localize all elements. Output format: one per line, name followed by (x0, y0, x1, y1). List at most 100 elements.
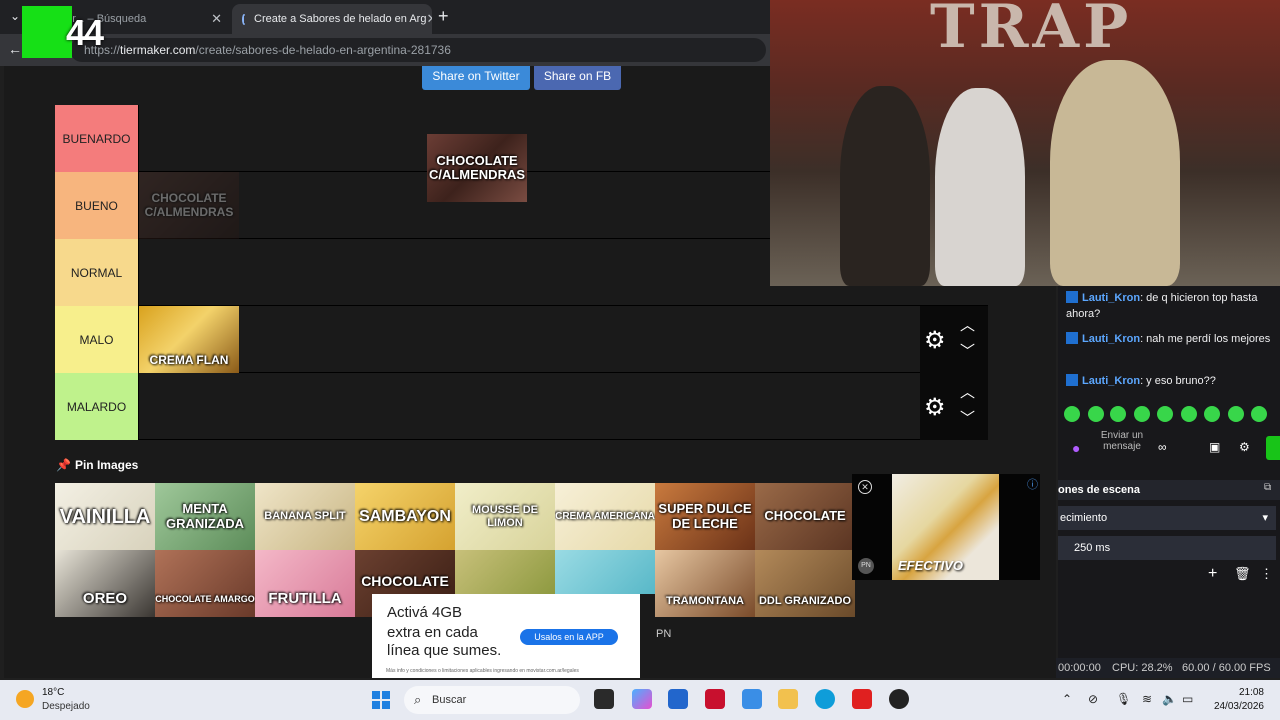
wifi-icon[interactable]: ≋ (1142, 692, 1152, 706)
pool-item[interactable]: VAINILLA (55, 483, 155, 550)
weather-icon[interactable] (16, 690, 34, 708)
new-tab-button[interactable]: + (438, 6, 449, 27)
chevron-up-icon[interactable]: ︿ (960, 314, 975, 335)
store-icon[interactable] (668, 689, 688, 709)
url-input[interactable]: https://tiermaker.com/create/sabores-de-… (70, 38, 766, 62)
tier-label[interactable]: BUENO (55, 172, 139, 239)
emote-icon[interactable] (1228, 406, 1244, 422)
ad-cta-button[interactable]: Usalos en la APP (520, 629, 618, 645)
weather-desc[interactable]: Despejado (42, 701, 90, 712)
chevron-up-icon[interactable]: ︿ (960, 381, 975, 402)
chat-user[interactable]: Lauti_Kron (1082, 333, 1140, 345)
folder-icon[interactable] (778, 689, 798, 709)
network-off-icon[interactable]: ⊘ (1088, 692, 1098, 706)
close-icon[interactable]: ✕ (426, 11, 432, 27)
trash-icon[interactable]: 🗑 (1234, 566, 1251, 582)
windows-start-icon[interactable] (372, 691, 390, 709)
gear-icon[interactable]: ⚙ (924, 326, 946, 355)
chevron-down-icon[interactable]: ﹀ (960, 340, 975, 361)
pool-item[interactable]: SAMBAYON (355, 483, 455, 550)
url-host: tiermaker.com (120, 43, 196, 57)
emote-icon[interactable] (1088, 406, 1104, 422)
pool-item[interactable]: CREMA AMERICANA (555, 483, 655, 550)
emote-icon[interactable] (1134, 406, 1150, 422)
copilot-icon[interactable] (632, 689, 652, 709)
pool-item[interactable]: FRUTILLA (255, 550, 355, 617)
chevron-up-icon[interactable]: ⌃ (1062, 692, 1072, 706)
duration-spinbox[interactable]: 250 ms (1058, 536, 1276, 560)
emote-icon[interactable] (1181, 406, 1197, 422)
app-l-icon[interactable] (852, 689, 872, 709)
mic-icon[interactable]: 🎙 (1116, 692, 1131, 706)
gear-icon[interactable]: ⚙ (924, 393, 946, 422)
pool-item[interactable]: CHOCOLATE AMARGO (155, 550, 255, 617)
add-icon[interactable]: + (1208, 565, 1217, 583)
pool-item[interactable]: MOUSSE DE LIMON (455, 483, 555, 550)
tier-controls: ⚙ ︿ ﹀ (920, 373, 988, 440)
transition-select[interactable]: ecimiento ▾ (1058, 506, 1276, 530)
mail-icon[interactable] (742, 689, 762, 709)
search-placeholder: Buscar (432, 694, 467, 706)
info-icon[interactable]: ⓘ (1027, 476, 1038, 492)
rec-time: 00:00:00 (1058, 662, 1101, 674)
tier-row-malardo: MALARDO ⚙ ︿ ﹀ (55, 373, 988, 440)
chat-user[interactable]: Lauti_Kron (1082, 292, 1140, 304)
pool-item[interactable]: TRAMONTANA (655, 550, 755, 617)
chat-message: Lauti_Kron: y eso bruno?? (1066, 373, 1276, 389)
pool-item[interactable]: OREO (55, 550, 155, 617)
address-bar: ← https://tiermaker.com/create/sabores-d… (0, 34, 770, 66)
task-view-icon[interactable] (594, 689, 614, 709)
chevron-down-icon[interactable]: ﹀ (960, 407, 975, 428)
weather-temp[interactable]: 18°C (42, 687, 64, 698)
emote-icon[interactable] (1157, 406, 1173, 422)
close-icon[interactable]: ✕ (211, 11, 222, 27)
pool-item[interactable]: SUPER DULCE DE LECHE (655, 483, 755, 550)
tier-label[interactable]: MALARDO (55, 373, 139, 440)
share-facebook-button[interactable]: Share on FB (534, 66, 621, 90)
edge-icon[interactable] (815, 689, 835, 709)
tab-tiermaker[interactable]: Create a Sabores de helado en Arg ✕ (232, 4, 432, 34)
pool-item[interactable]: DDL GRANIZADO (755, 550, 855, 617)
loading-icon (242, 13, 246, 25)
volume-icon[interactable]: 🔈 (1162, 692, 1177, 706)
video-ad[interactable]: ✕ PN EFECTIVO ⓘ (852, 474, 1040, 580)
battery-icon[interactable]: ▭ (1182, 692, 1193, 706)
pool-item-pistachio[interactable] (455, 550, 555, 594)
emote-icon[interactable] (1110, 406, 1126, 422)
mic-icon[interactable]: ● (1072, 440, 1080, 456)
pool-item-blue[interactable] (555, 550, 655, 594)
back-arrow-icon[interactable]: ← (8, 41, 22, 57)
clock-time[interactable]: 21:08 (1212, 687, 1264, 698)
pool-item[interactable]: CHOCOLATE (755, 483, 855, 550)
tier-label[interactable]: BUENARDO (55, 105, 139, 172)
gear-icon[interactable]: ⚙ (1239, 440, 1250, 454)
tab-list-icon[interactable]: ⌄ (10, 9, 20, 23)
mcafee-icon[interactable] (705, 689, 725, 709)
pool-item[interactable]: BANANA SPLIT (255, 483, 355, 550)
ad-banner[interactable]: Activá 4GB extra en cada línea que sumes… (372, 594, 640, 678)
tier-label[interactable]: NORMAL (55, 239, 139, 306)
cpu-usage: CPU: 28.2% (1112, 662, 1173, 674)
tier-item[interactable]: CREMA FLAN (139, 306, 239, 373)
dragged-tier-item[interactable]: CHOCOLATE C/ALMENDRAS (427, 134, 527, 202)
taskbar-search[interactable]: ⌕ Buscar (404, 686, 580, 714)
obs-icon[interactable] (889, 689, 909, 709)
chat-input[interactable]: Enviar un mensaje (1100, 430, 1144, 452)
close-icon[interactable]: ✕ (858, 480, 872, 494)
share-twitter-button[interactable]: Share on Twitter (422, 66, 530, 90)
tab-label: Create a Sabores de helado en Arg (254, 13, 427, 25)
send-button[interactable] (1266, 436, 1280, 460)
popout-icon[interactable]: ⧉ (1264, 482, 1271, 493)
more-icon[interactable]: ⋮ (1260, 566, 1273, 582)
ad-legal: Más info y condiciones o limitaciones ap… (386, 668, 579, 674)
chat-user[interactable]: Lauti_Kron (1082, 375, 1140, 387)
infinity-icon[interactable]: ∞ (1158, 440, 1167, 454)
emote-icon[interactable] (1064, 406, 1080, 422)
pin-images-toggle[interactable]: 📌 Pin Images (56, 458, 138, 472)
emote-icon[interactable] (1251, 406, 1267, 422)
tier-label[interactable]: MALO (55, 306, 139, 373)
emote-icon[interactable] (1204, 406, 1220, 422)
clock-date[interactable]: 24/03/2026 (1206, 701, 1264, 712)
store-icon[interactable]: ▣ (1209, 440, 1220, 454)
pool-item[interactable]: MENTA GRANIZADA (155, 483, 255, 550)
